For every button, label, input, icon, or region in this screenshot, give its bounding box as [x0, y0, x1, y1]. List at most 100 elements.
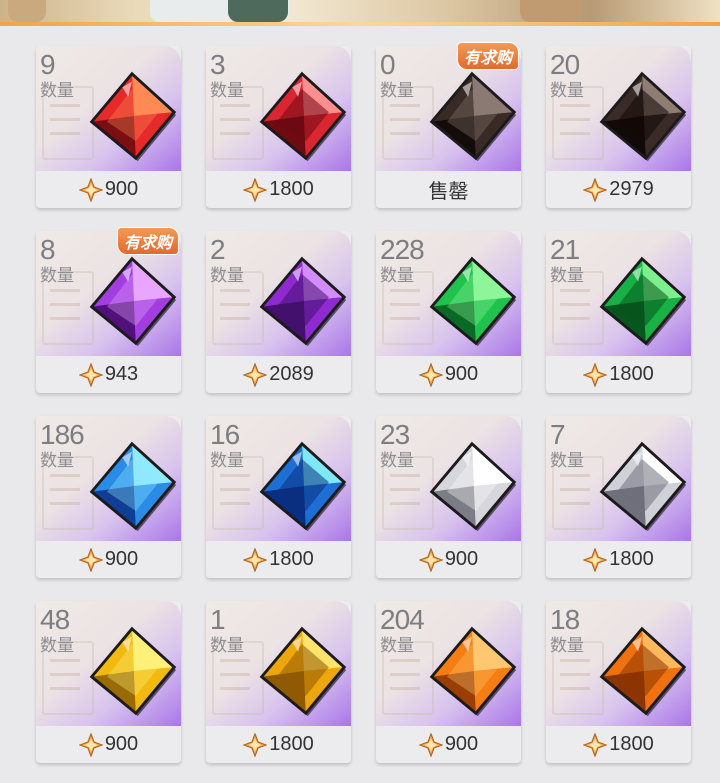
gem-icon [259, 441, 347, 532]
quantity-value: 204 [380, 604, 425, 635]
quantity-value: 186 [40, 419, 85, 450]
gem-icon [429, 626, 517, 717]
gem-card[interactable]: 8 数量 943 有求购 [36, 227, 181, 393]
quantity-label: 数量 [550, 636, 584, 655]
star-coin-icon [243, 177, 268, 202]
price-value: 1800 [609, 363, 654, 385]
quantity-label: 数量 [380, 451, 414, 470]
gem-icon [599, 626, 687, 717]
price-row: 1800 [206, 541, 351, 578]
gem-card[interactable]: 0 数量 售罄 有求购 [376, 42, 521, 208]
star-coin-icon [583, 362, 608, 387]
gem-icon [259, 256, 347, 347]
quantity-value: 18 [550, 604, 580, 635]
quantity-value: 7 [550, 419, 566, 450]
quantity-label: 数量 [210, 266, 244, 285]
top-banner [0, 0, 720, 26]
quantity-label: 数量 [210, 451, 244, 470]
quantity-value: 16 [210, 419, 240, 450]
banner-character-art [8, 0, 46, 22]
quantity-value: 8 [40, 234, 56, 265]
gem-icon [259, 626, 347, 717]
gem-card[interactable]: 20 数量 2979 [546, 46, 691, 208]
gem-icon [429, 256, 517, 347]
quantity-label: 数量 [380, 81, 414, 100]
gem-icon [89, 256, 177, 347]
quantity-label: 数量 [40, 636, 74, 655]
price-row: 900 [376, 541, 521, 578]
quantity-label: 数量 [550, 81, 584, 100]
gem-icon [429, 441, 517, 532]
gem-card-art: 3 数量 [206, 46, 351, 171]
gem-card[interactable]: 18 数量 1800 [546, 601, 691, 763]
star-coin-icon [583, 547, 608, 572]
gem-icon [429, 71, 517, 162]
star-coin-icon [78, 362, 103, 387]
banner-character-art [228, 0, 288, 22]
gem-card[interactable]: 186 数量 900 [36, 416, 181, 578]
price-value: 900 [104, 548, 139, 570]
price-value: 900 [444, 548, 479, 570]
price-value: 900 [444, 733, 479, 755]
price-row: 1800 [546, 541, 691, 578]
price-value: 900 [444, 363, 479, 385]
quantity-label: 数量 [210, 81, 244, 100]
star-coin-icon [583, 732, 608, 757]
wanted-badge: 有求购 [456, 42, 519, 70]
price-row: 1800 [206, 726, 351, 763]
gem-card[interactable]: 16 数量 1800 [206, 416, 351, 578]
gem-card[interactable]: 9 数量 900 [36, 46, 181, 208]
price-row: 900 [36, 541, 181, 578]
quantity-value: 1 [210, 604, 226, 635]
gem-card-art: 228 数量 [376, 231, 521, 356]
quantity-value: 23 [380, 419, 410, 450]
star-coin-icon [78, 547, 103, 572]
price-row: 900 [376, 356, 521, 393]
star-coin-icon [418, 362, 443, 387]
price-value: 1800 [269, 548, 314, 570]
gem-card[interactable]: 48 数量 900 [36, 601, 181, 763]
price-value: 1800 [269, 733, 314, 755]
gem-card[interactable]: 1 数量 1800 [206, 601, 351, 763]
banner-character-art [520, 0, 580, 22]
gem-card[interactable]: 23 数量 900 [376, 416, 521, 578]
quantity-value: 228 [380, 234, 425, 265]
price-row: 943 [36, 356, 181, 393]
gem-card[interactable]: 228 数量 900 [376, 231, 521, 393]
star-coin-icon [78, 732, 103, 757]
quantity-value: 21 [550, 234, 580, 265]
gem-icon [89, 71, 177, 162]
gem-card[interactable]: 7 数量 1800 [546, 416, 691, 578]
quantity-value: 48 [40, 604, 70, 635]
gem-card-art: 2 数量 [206, 231, 351, 356]
quantity-value: 9 [40, 49, 56, 80]
price-value: 1800 [609, 733, 654, 755]
gem-icon [599, 441, 687, 532]
price-row: 售罄 [376, 171, 521, 208]
gem-card-art: 21 数量 [546, 231, 691, 356]
quantity-label: 数量 [550, 451, 584, 470]
price-row: 1800 [546, 726, 691, 763]
price-row: 2089 [206, 356, 351, 393]
gem-card[interactable]: 2 数量 2089 [206, 231, 351, 393]
gem-icon [89, 441, 177, 532]
gem-card[interactable]: 204 数量 900 [376, 601, 521, 763]
quantity-value: 20 [550, 49, 580, 80]
price-value: 售罄 [428, 181, 469, 203]
gem-card[interactable]: 3 数量 1800 [206, 46, 351, 208]
price-row: 1800 [206, 171, 351, 208]
price-row: 900 [376, 726, 521, 763]
price-row: 900 [36, 726, 181, 763]
price-row: 2979 [546, 171, 691, 208]
price-value: 900 [104, 178, 139, 200]
quantity-value: 3 [210, 49, 226, 80]
quantity-label: 数量 [40, 81, 74, 100]
gem-card[interactable]: 21 数量 1800 [546, 231, 691, 393]
gem-card-art: 18 数量 [546, 601, 691, 726]
quantity-label: 数量 [380, 636, 414, 655]
price-row: 900 [36, 171, 181, 208]
quantity-label: 数量 [380, 266, 414, 285]
price-value: 2089 [269, 363, 314, 385]
star-coin-icon [583, 177, 608, 202]
price-value: 1800 [269, 178, 314, 200]
